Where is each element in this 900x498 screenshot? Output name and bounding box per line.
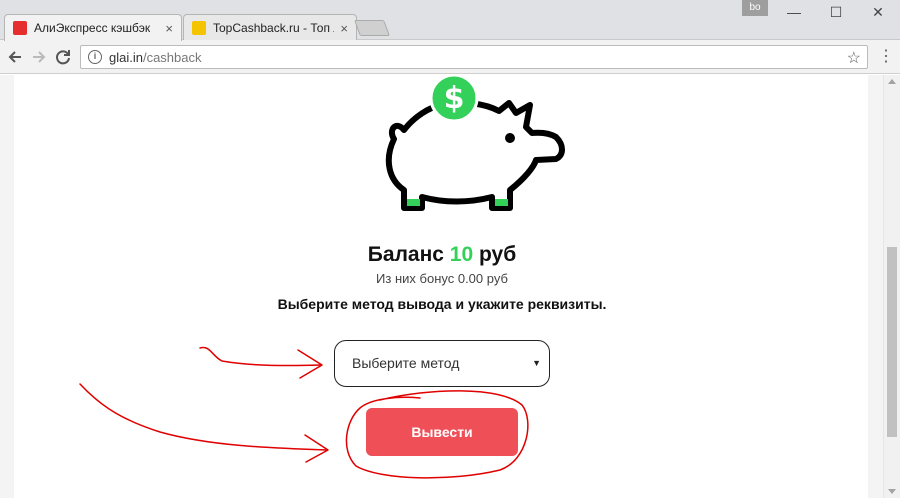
url-path: /cashback	[142, 50, 202, 65]
menu-dots-icon[interactable]: ⋮	[878, 46, 894, 68]
method-select[interactable]: Выберите метод ▼	[334, 340, 550, 387]
chevron-down-icon: ▼	[532, 358, 541, 368]
profile-badge[interactable]: bo	[742, 0, 768, 16]
tab-strip: АлиЭкспресс кэшбэк × TopCashback.ru - То…	[0, 0, 900, 41]
svg-text:$: $	[444, 81, 465, 116]
balance-currency: руб	[479, 243, 517, 266]
lock-favicon-icon	[192, 21, 206, 35]
star-icon[interactable]: ☆	[847, 48, 861, 68]
scrollbar-thumb[interactable]	[887, 247, 897, 437]
tab-title: АлиЭкспресс кэшбэк	[34, 21, 151, 35]
method-select-placeholder: Выберите метод	[352, 355, 460, 371]
minimize-button[interactable]: —	[774, 0, 814, 26]
tab-close-icon[interactable]: ×	[340, 21, 348, 36]
tab-aliexpress-cashback[interactable]: АлиЭкспресс кэшбэк ×	[4, 14, 182, 41]
page-viewport: $ Баланс 10 руб Из них бонус 0.00 руб Вы…	[0, 75, 900, 498]
browser-toolbar: i glai.in/cashback ☆ ⋮	[0, 40, 900, 74]
bonus-text: Из них бонус 0.00 руб	[376, 271, 508, 286]
tab-title: TopCashback.ru - Топ лу	[213, 21, 335, 35]
maximize-button[interactable]: ☐	[816, 0, 856, 26]
tab-close-icon[interactable]: ×	[165, 21, 173, 36]
url-text: glai.in/cashback	[109, 50, 202, 65]
back-arrow-icon[interactable]	[4, 46, 26, 68]
aliexpress-favicon-icon	[13, 21, 27, 35]
withdraw-instruction: Выберите метод вывода и укажите реквизит…	[277, 296, 607, 312]
new-tab-button[interactable]	[354, 20, 390, 36]
balance-amount: 10	[449, 243, 474, 266]
forward-arrow-icon[interactable]	[28, 46, 50, 68]
page-content: $ Баланс 10 руб Из них бонус 0.00 руб Вы…	[14, 75, 868, 498]
withdraw-button[interactable]: Вывести	[366, 408, 518, 456]
address-bar[interactable]: i glai.in/cashback ☆	[80, 45, 868, 69]
reload-icon[interactable]	[52, 46, 74, 68]
close-window-button[interactable]: ✕	[858, 0, 898, 26]
scroll-down-arrow-icon[interactable]	[888, 489, 896, 494]
url-host: glai.in	[109, 50, 143, 65]
info-icon[interactable]: i	[88, 50, 102, 64]
page-scrollbar[interactable]	[883, 75, 900, 498]
balance-label: Баланс	[367, 243, 444, 266]
piggy-bank-icon: $	[385, 75, 565, 211]
tab-topcashback[interactable]: TopCashback.ru - Топ лу ×	[183, 14, 357, 41]
scroll-up-arrow-icon[interactable]	[888, 79, 896, 84]
balance-heading: Баланс 10 руб	[0, 243, 884, 267]
